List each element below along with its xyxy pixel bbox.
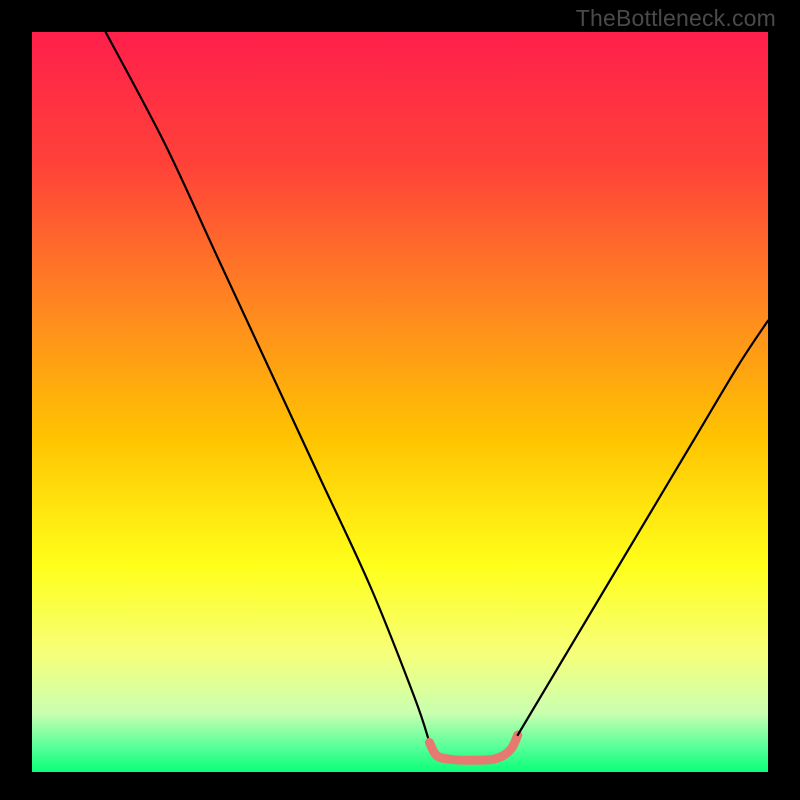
chart-frame: TheBottleneck.com [0, 0, 800, 800]
bottleneck-plot [0, 0, 800, 800]
watermark-text: TheBottleneck.com [576, 5, 776, 32]
